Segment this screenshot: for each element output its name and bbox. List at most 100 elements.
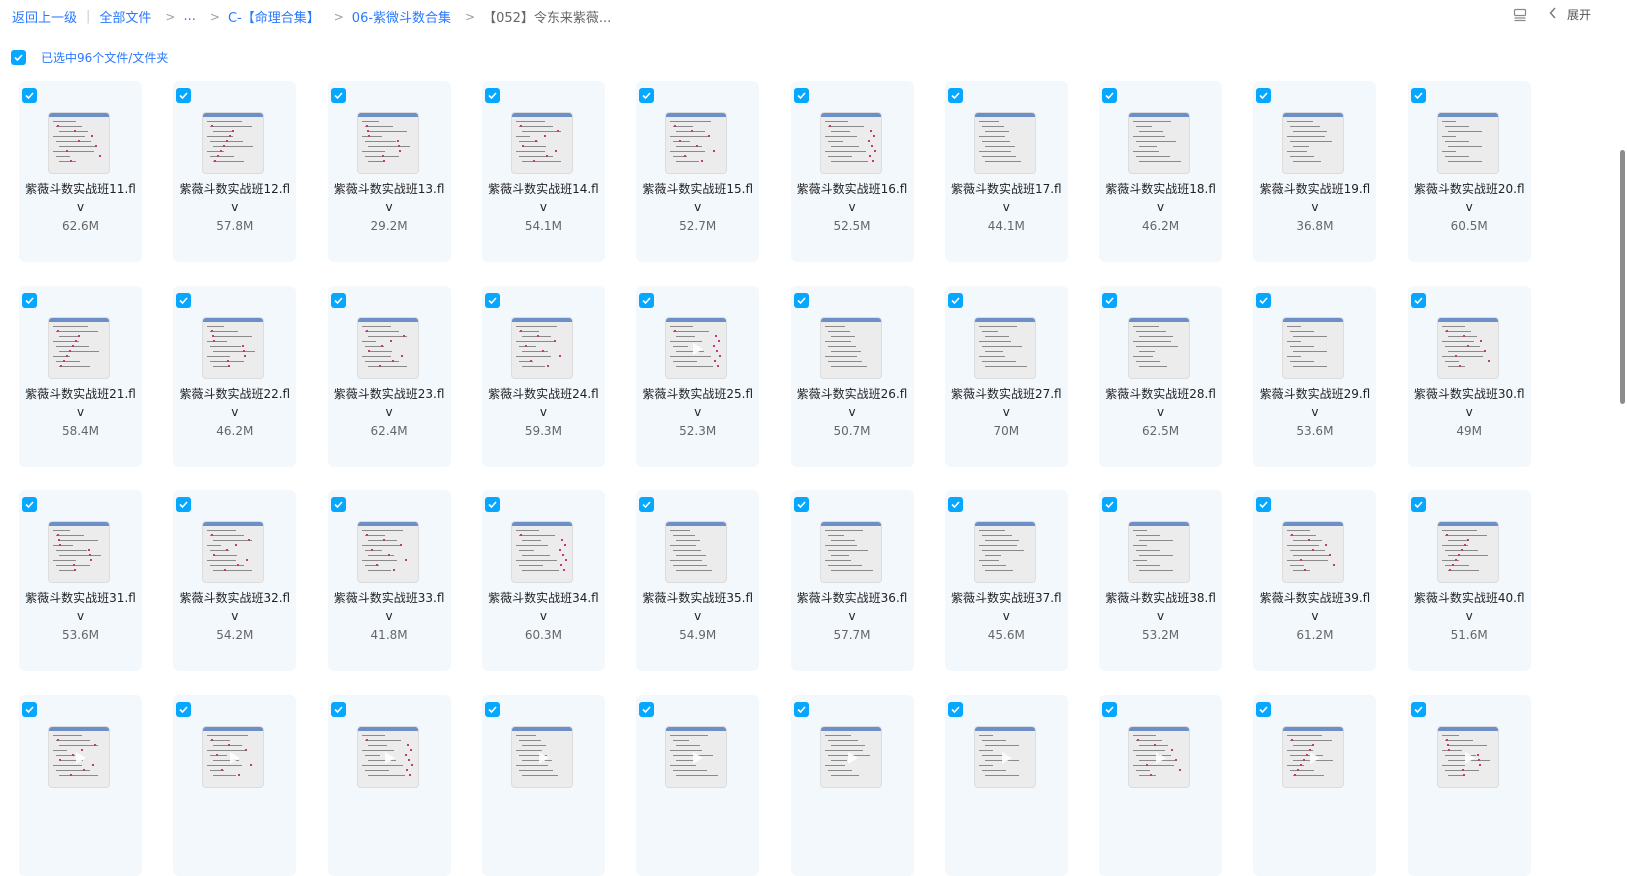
file-card[interactable]: 紫薇斗数实战班11.flv 62.6M bbox=[19, 81, 142, 262]
file-checkbox[interactable] bbox=[484, 88, 500, 103]
file-checkbox[interactable] bbox=[1102, 292, 1118, 308]
breadcrumb-all-files[interactable]: 全部文件 bbox=[99, 7, 151, 26]
file-name[interactable]: 紫薇斗数实战班33.flv bbox=[332, 589, 447, 625]
file-card[interactable]: 紫薇斗数实战班40.flv 51.6M bbox=[1407, 490, 1531, 671]
file-checkbox[interactable] bbox=[1256, 88, 1272, 103]
file-name[interactable]: 紫薇斗数实战班14.flv bbox=[486, 180, 601, 216]
file-card[interactable] bbox=[790, 694, 914, 876]
file-card[interactable] bbox=[327, 694, 451, 876]
file-checkbox[interactable] bbox=[330, 497, 346, 512]
file-card[interactable]: 紫薇斗数实战班15.flv 52.7M bbox=[636, 81, 760, 262]
file-name[interactable]: 紫薇斗数实战班23.flv bbox=[332, 385, 447, 421]
file-checkbox[interactable] bbox=[1102, 88, 1118, 103]
file-card[interactable] bbox=[19, 694, 142, 876]
file-card[interactable]: 紫薇斗数实战班13.flv 29.2M bbox=[327, 81, 451, 262]
file-checkbox[interactable] bbox=[22, 292, 37, 308]
file-checkbox[interactable] bbox=[793, 292, 809, 308]
file-name[interactable]: 紫薇斗数实战班25.flv bbox=[640, 385, 755, 421]
file-card[interactable]: 紫薇斗数实战班26.flv 50.7M bbox=[790, 285, 914, 467]
file-card[interactable]: 紫薇斗数实战班23.flv 62.4M bbox=[327, 285, 451, 467]
file-checkbox[interactable] bbox=[1102, 701, 1118, 717]
file-checkbox[interactable] bbox=[639, 497, 655, 512]
file-card[interactable]: 紫薇斗数实战班24.flv 59.3M bbox=[481, 285, 605, 467]
file-name[interactable]: 紫薇斗数实战班36.flv bbox=[795, 589, 910, 625]
file-name[interactable]: 紫薇斗数实战班17.flv bbox=[949, 180, 1064, 216]
file-card[interactable]: 紫薇斗数实战班31.flv 53.6M bbox=[19, 490, 142, 671]
file-checkbox[interactable] bbox=[947, 497, 963, 512]
file-card[interactable] bbox=[1407, 694, 1531, 876]
file-checkbox[interactable] bbox=[1410, 292, 1426, 308]
file-checkbox[interactable] bbox=[22, 701, 37, 717]
file-name[interactable]: 紫薇斗数实战班27.flv bbox=[949, 385, 1064, 421]
file-card[interactable]: 紫薇斗数实战班35.flv 54.9M bbox=[636, 490, 760, 671]
file-name[interactable]: 紫薇斗数实战班22.flv bbox=[177, 385, 292, 421]
file-card[interactable]: 紫薇斗数实战班27.flv 70M bbox=[944, 285, 1068, 467]
file-card[interactable]: 紫薇斗数实战班22.flv 46.2M bbox=[173, 285, 297, 467]
file-checkbox[interactable] bbox=[1256, 292, 1272, 308]
file-name[interactable]: 紫薇斗数实战班21.flv bbox=[23, 385, 138, 421]
expand-button[interactable]: 展开 bbox=[1567, 6, 1591, 23]
file-checkbox[interactable] bbox=[1410, 701, 1426, 717]
list-view-icon[interactable] bbox=[1513, 8, 1527, 22]
file-card[interactable]: 紫薇斗数实战班29.flv 53.6M bbox=[1253, 285, 1377, 467]
breadcrumb-folder-mingli[interactable]: C-【命理合集】 bbox=[228, 7, 320, 26]
file-checkbox[interactable] bbox=[484, 701, 500, 717]
file-card[interactable]: 紫薇斗数实战班34.flv 60.3M bbox=[481, 490, 605, 671]
file-name[interactable]: 紫薇斗数实战班38.flv bbox=[1103, 589, 1218, 625]
back-button[interactable]: 返回上一级 bbox=[12, 7, 77, 26]
scrollbar-thumb[interactable] bbox=[1620, 150, 1625, 404]
file-checkbox[interactable] bbox=[330, 292, 346, 308]
file-card[interactable]: 紫薇斗数实战班38.flv 53.2M bbox=[1099, 490, 1223, 671]
file-checkbox[interactable] bbox=[793, 497, 809, 512]
file-checkbox[interactable] bbox=[176, 497, 192, 512]
breadcrumb-folder-ziwei[interactable]: 06-紫微斗数合集 bbox=[352, 7, 451, 26]
file-card[interactable] bbox=[173, 694, 297, 876]
file-checkbox[interactable] bbox=[1102, 497, 1118, 512]
file-checkbox[interactable] bbox=[22, 88, 37, 103]
file-checkbox[interactable] bbox=[1410, 88, 1426, 103]
file-checkbox[interactable] bbox=[22, 497, 37, 512]
file-name[interactable]: 紫薇斗数实战班16.flv bbox=[795, 180, 910, 216]
file-name[interactable]: 紫薇斗数实战班26.flv bbox=[795, 385, 910, 421]
file-card[interactable] bbox=[944, 694, 1068, 876]
file-checkbox[interactable] bbox=[330, 701, 346, 717]
file-name[interactable]: 紫薇斗数实战班37.flv bbox=[949, 589, 1064, 625]
file-card[interactable]: 紫薇斗数实战班20.flv 60.5M bbox=[1407, 81, 1531, 262]
file-checkbox[interactable] bbox=[1256, 497, 1272, 512]
chevron-left-icon[interactable] bbox=[1549, 7, 1557, 22]
file-name[interactable]: 紫薇斗数实战班35.flv bbox=[640, 589, 755, 625]
file-name[interactable]: 紫薇斗数实战班13.flv bbox=[332, 180, 447, 216]
breadcrumb-ellipsis[interactable]: ... bbox=[183, 9, 195, 24]
file-card[interactable]: 紫薇斗数实战班28.flv 62.5M bbox=[1099, 285, 1223, 467]
file-card[interactable]: 紫薇斗数实战班25.flv 52.3M bbox=[636, 285, 760, 467]
file-name[interactable]: 紫薇斗数实战班24.flv bbox=[486, 385, 601, 421]
file-card[interactable]: 紫薇斗数实战班36.flv 57.7M bbox=[790, 490, 914, 671]
file-checkbox[interactable] bbox=[947, 292, 963, 308]
file-name[interactable]: 紫薇斗数实战班28.flv bbox=[1103, 385, 1218, 421]
file-checkbox[interactable] bbox=[639, 88, 655, 103]
file-checkbox[interactable] bbox=[793, 701, 809, 717]
file-name[interactable]: 紫薇斗数实战班18.flv bbox=[1103, 180, 1218, 216]
file-checkbox[interactable] bbox=[176, 88, 192, 103]
file-name[interactable]: 紫薇斗数实战班34.flv bbox=[486, 589, 601, 625]
file-name[interactable]: 紫薇斗数实战班31.flv bbox=[23, 589, 138, 625]
file-card[interactable]: 紫薇斗数实战班39.flv 61.2M bbox=[1253, 490, 1377, 671]
file-checkbox[interactable] bbox=[330, 88, 346, 103]
file-name[interactable]: 紫薇斗数实战班11.flv bbox=[23, 180, 138, 216]
file-card[interactable]: 紫薇斗数实战班18.flv 46.2M bbox=[1099, 81, 1223, 262]
file-name[interactable]: 紫薇斗数实战班12.flv bbox=[177, 180, 292, 216]
file-checkbox[interactable] bbox=[1410, 497, 1426, 512]
file-card[interactable]: 紫薇斗数实战班14.flv 54.1M bbox=[481, 81, 605, 262]
file-card[interactable] bbox=[1253, 694, 1377, 876]
file-name[interactable]: 紫薇斗数实战班19.flv bbox=[1257, 180, 1372, 216]
file-checkbox[interactable] bbox=[639, 292, 655, 308]
file-name[interactable]: 紫薇斗数实战班39.flv bbox=[1257, 589, 1372, 625]
file-name[interactable]: 紫薇斗数实战班20.flv bbox=[1412, 180, 1527, 216]
file-checkbox[interactable] bbox=[484, 497, 500, 512]
file-card[interactable]: 紫薇斗数实战班17.flv 44.1M bbox=[944, 81, 1068, 262]
file-name[interactable]: 紫薇斗数实战班15.flv bbox=[640, 180, 755, 216]
file-card[interactable]: 紫薇斗数实战班12.flv 57.8M bbox=[173, 81, 297, 262]
file-card[interactable]: 紫薇斗数实战班30.flv 49M bbox=[1407, 285, 1531, 467]
file-name[interactable]: 紫薇斗数实战班40.flv bbox=[1412, 589, 1527, 625]
file-card[interactable]: 紫薇斗数实战班21.flv 58.4M bbox=[19, 285, 142, 467]
